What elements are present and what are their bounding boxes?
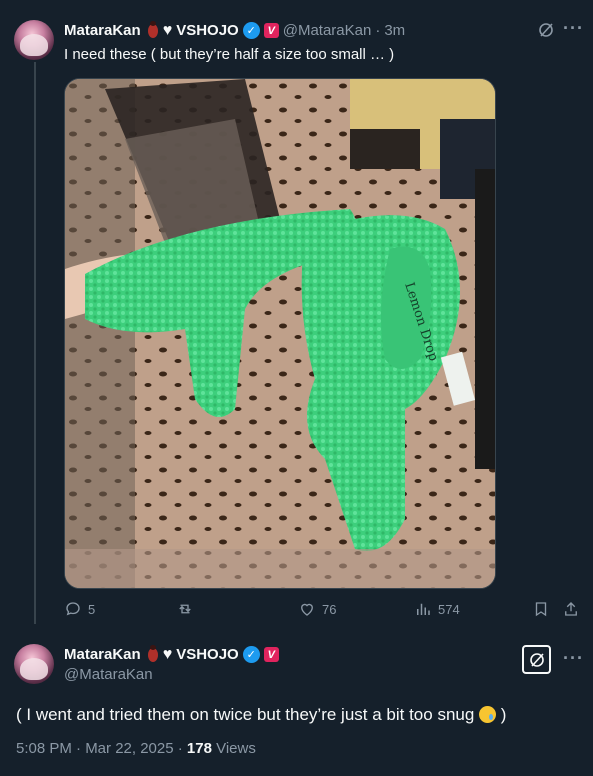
reply-icon xyxy=(66,602,80,616)
display-name[interactable]: MataraKan xyxy=(64,22,141,39)
affiliation-name[interactable]: VSHOJO xyxy=(176,646,239,663)
tweet2-text-main: ( I went and tried them on twice but the… xyxy=(16,705,475,724)
time-ago[interactable]: 3m xyxy=(384,22,405,39)
tweet2-text: ( I went and tried them on twice but the… xyxy=(16,705,506,725)
like-button[interactable]: 76 xyxy=(298,600,336,618)
affiliation-name[interactable]: VSHOJO xyxy=(176,22,239,39)
views-button[interactable]: 574 xyxy=(414,600,460,618)
reply-button[interactable]: 5 xyxy=(64,600,95,618)
ladybug-emoji-icon xyxy=(147,20,158,38)
bookmark-icon xyxy=(535,602,547,617)
display-name[interactable]: MataraKan xyxy=(64,646,141,663)
share-button[interactable] xyxy=(562,600,580,618)
tweet2-meta: 5:08 PM · Mar 22, 2025 · 178 Views xyxy=(16,740,256,757)
tweet2-text-end: ) xyxy=(500,705,507,724)
avatar[interactable] xyxy=(14,644,54,684)
affiliate-badge-icon[interactable]: V xyxy=(263,647,279,662)
handle[interactable]: @MataraKan xyxy=(64,666,153,683)
timestamp[interactable]: 5:08 PM · Mar 22, 2025 · xyxy=(16,740,187,757)
retweet-icon xyxy=(179,604,191,614)
affiliate-badge-icon[interactable]: V xyxy=(263,23,279,38)
grok-icon[interactable] xyxy=(538,22,554,43)
retweet-button[interactable] xyxy=(176,600,194,618)
tweet-photo[interactable]: Lemon Drop xyxy=(64,78,496,589)
thread-line xyxy=(34,62,36,624)
like-count: 76 xyxy=(322,601,337,617)
handle[interactable]: @MataraKan xyxy=(283,22,372,39)
more-horizontal-icon[interactable]: ··· xyxy=(563,18,584,39)
views-label: Views xyxy=(211,740,256,757)
bookmark-button[interactable] xyxy=(532,600,550,618)
grok-icon xyxy=(529,652,544,667)
separator: · xyxy=(375,22,381,39)
white-heart-icon: ♥ xyxy=(162,21,173,39)
tweet1-header: MataraKan ♥ VSHOJO ✓ V @MataraKan · 3m xyxy=(64,20,405,39)
heart-icon xyxy=(301,603,313,616)
reply-count: 5 xyxy=(88,601,96,617)
analytics-icon xyxy=(417,603,430,615)
view-count: 574 xyxy=(438,601,460,617)
crying-face-emoji-icon xyxy=(479,706,497,723)
grok-button[interactable] xyxy=(522,645,551,674)
tweet2-header: MataraKan ♥ VSHOJO ✓ V xyxy=(64,644,279,663)
more-horizontal-icon[interactable]: ··· xyxy=(563,648,584,669)
photo-shoes-illustration: Lemon Drop xyxy=(65,79,495,588)
share-icon xyxy=(565,602,577,616)
views-count: 178 xyxy=(186,740,212,757)
verified-icon[interactable]: ✓ xyxy=(242,22,260,39)
verified-icon[interactable]: ✓ xyxy=(242,646,260,663)
white-heart-icon: ♥ xyxy=(162,645,173,663)
avatar[interactable] xyxy=(14,20,54,60)
tweet1-actions: 5 76 574 xyxy=(64,600,584,622)
ladybug-emoji-icon xyxy=(147,644,158,662)
tweet1-text: I need these ( but they’re half a size t… xyxy=(64,46,395,63)
tweet2-handle-row: @MataraKan xyxy=(64,666,153,683)
